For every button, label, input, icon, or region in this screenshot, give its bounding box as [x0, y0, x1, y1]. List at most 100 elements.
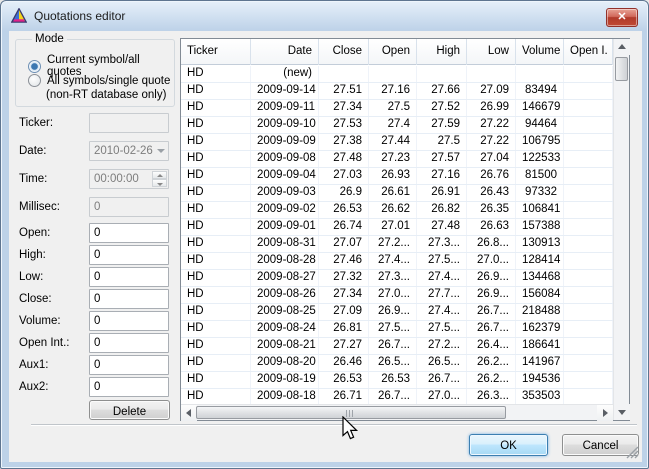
window-title: Quotations editor	[34, 9, 125, 23]
aux1-input[interactable]: 0	[89, 355, 169, 375]
cell: 27.32	[319, 270, 369, 286]
table-row[interactable]: HD2009-08-2127.2726.7...27.2...26.4...18…	[181, 338, 613, 355]
openint-input[interactable]: 0	[89, 333, 169, 353]
cell	[564, 236, 613, 252]
cell: 2009-09-08	[251, 151, 319, 167]
cell: 27.48	[417, 219, 467, 235]
cell: 83494	[516, 83, 564, 99]
field-label: Low:	[19, 271, 91, 283]
table-row[interactable]: HD2009-09-1127.3427.527.5226.99146679	[181, 100, 613, 117]
table-row[interactable]: HD2009-09-0326.926.6126.9126.4397332	[181, 185, 613, 202]
table-row[interactable]: HD2009-09-0226.5326.6226.8226.35106841	[181, 202, 613, 219]
cell: HD	[181, 168, 251, 184]
cell: 27.5	[417, 134, 467, 150]
cell: 134468	[516, 270, 564, 286]
scroll-left-button[interactable]	[181, 405, 197, 421]
horizontal-scroll-thumb[interactable]	[196, 406, 506, 419]
cell: 26.53	[319, 202, 369, 218]
field-label: Millisec:	[19, 201, 91, 213]
table-row[interactable]: HD(new)	[181, 66, 613, 83]
cell: 141967	[516, 355, 564, 371]
cell: 2009-08-26	[251, 287, 319, 303]
cell: HD	[181, 83, 251, 99]
table-row[interactable]: HD2009-08-2527.0926.9...27.4...26.7...21…	[181, 304, 613, 321]
radio-all-symbols[interactable]: All symbols/single quote	[28, 74, 170, 87]
aux2-input[interactable]: 0	[89, 377, 169, 397]
table-row[interactable]: HD2009-08-2026.4626.5...26.5...26.2...14…	[181, 355, 613, 372]
cell: 27.7...	[417, 287, 467, 303]
table-row[interactable]: HD2009-09-0427.0326.9327.1626.7681500	[181, 168, 613, 185]
cell: 26.63	[467, 219, 516, 235]
column-header-volume[interactable]: Volume	[516, 39, 564, 65]
title-bar[interactable]: Quotations editor ✕	[1, 1, 648, 31]
column-header-open-i-[interactable]: Open I.	[564, 39, 613, 65]
cell: HD	[181, 287, 251, 303]
volume-input[interactable]: 0	[89, 311, 169, 331]
cell: 27.2...	[417, 338, 467, 354]
right-arrow-icon	[603, 409, 608, 417]
table-row[interactable]: HD2009-08-3127.0727.2...27.3...26.8...13…	[181, 236, 613, 253]
cell: HD	[181, 253, 251, 269]
table-row[interactable]: HD2009-08-2727.3227.3...27.4...26.9...13…	[181, 270, 613, 287]
scroll-down-button[interactable]	[614, 404, 630, 420]
mode-legend: Mode	[32, 33, 67, 45]
vertical-scroll-thumb[interactable]	[615, 57, 628, 81]
column-header-low[interactable]: Low	[467, 39, 516, 65]
cell: 353503	[516, 389, 564, 405]
cell: 194536	[516, 372, 564, 388]
table-row[interactable]: HD2009-09-1027.5327.427.5927.2294464	[181, 117, 613, 134]
cell: 26.53	[319, 372, 369, 388]
low-input[interactable]: 0	[89, 267, 169, 287]
field-value: 0	[94, 359, 100, 371]
column-header-close[interactable]: Close	[319, 39, 369, 65]
horizontal-scrollbar[interactable]	[181, 404, 613, 420]
column-header-ticker[interactable]: Ticker	[181, 39, 251, 65]
vertical-scrollbar[interactable]	[613, 39, 629, 420]
field-label: Aux2:	[19, 381, 91, 393]
close-input[interactable]: 0	[89, 289, 169, 309]
high-input[interactable]: 0	[89, 245, 169, 265]
delete-button[interactable]: Delete	[89, 400, 170, 420]
cell: 94464	[516, 117, 564, 133]
down-arrow-icon	[618, 410, 626, 415]
cell: 157388	[516, 219, 564, 235]
cell	[369, 66, 417, 82]
cell: HD	[181, 117, 251, 133]
cell: 27.4	[369, 117, 417, 133]
open-input[interactable]: 0	[89, 223, 169, 243]
scroll-up-button[interactable]	[614, 39, 630, 55]
cell	[564, 168, 613, 184]
ok-button[interactable]: OK	[469, 434, 548, 456]
column-header-open[interactable]: Open	[369, 39, 417, 65]
cell: 2009-08-24	[251, 321, 319, 337]
cell: 27.2...	[369, 236, 417, 252]
scroll-right-button[interactable]	[597, 405, 613, 421]
time-spinner	[152, 171, 167, 187]
table-body: HD(new)HD2009-09-1427.5127.1627.6627.098…	[181, 66, 613, 406]
grip-icon	[346, 410, 355, 417]
cell: 26.9...	[467, 270, 516, 286]
field-label: Volume:	[19, 315, 91, 327]
column-header-high[interactable]: High	[417, 39, 467, 65]
cell: 26.3...	[467, 389, 516, 405]
table-row[interactable]: HD2009-08-1926.5326.5326.7...26.2...1945…	[181, 372, 613, 389]
table-row[interactable]: HD2009-09-0126.7427.0127.4826.63157388	[181, 219, 613, 236]
table-row[interactable]: HD2009-08-2627.3427.0...27.7...26.9...15…	[181, 287, 613, 304]
cell: 27.4...	[369, 253, 417, 269]
cell	[516, 66, 564, 82]
cell: (new)	[251, 66, 319, 82]
resize-grip-icon[interactable]	[626, 446, 639, 459]
cell	[564, 83, 613, 99]
cell: 27.5	[369, 100, 417, 116]
cell	[564, 100, 613, 116]
column-header-date[interactable]: Date	[251, 39, 319, 65]
table-row[interactable]: HD2009-09-1427.5127.1627.6627.0983494	[181, 83, 613, 100]
close-button[interactable]: ✕	[606, 8, 638, 27]
field-label: Open:	[19, 227, 91, 239]
table-row[interactable]: HD2009-08-2827.4627.4...27.5...27.0...12…	[181, 253, 613, 270]
table-row[interactable]: HD2009-08-2426.8127.5...27.5...26.7...16…	[181, 321, 613, 338]
table-row[interactable]: HD2009-09-0827.4827.2327.5727.04122533	[181, 151, 613, 168]
cell: 27.51	[319, 83, 369, 99]
table-row[interactable]: HD2009-09-0927.3827.4427.527.22106795	[181, 134, 613, 151]
cell: 2009-08-25	[251, 304, 319, 320]
